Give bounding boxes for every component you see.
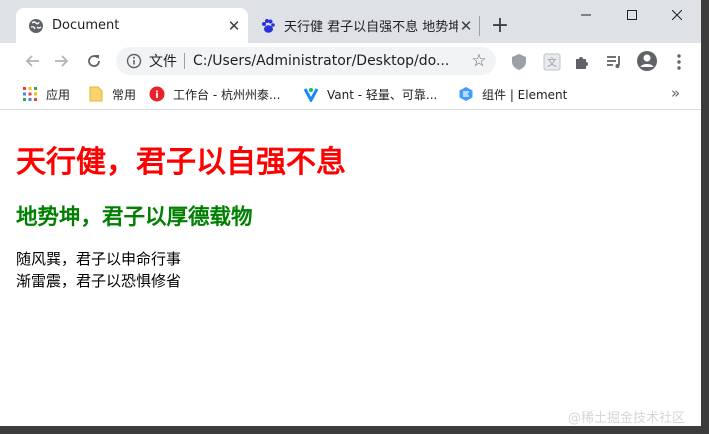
maximize-button[interactable] (608, 0, 656, 30)
close-icon[interactable]: ✕ (458, 17, 474, 35)
back-button[interactable] (19, 47, 47, 75)
bookmark-workbench[interactable]: i 工作台 - 杭州州泰... (149, 85, 280, 103)
address-bar[interactable]: 文件 C:/Users/Administrator/Desktop/do... … (116, 47, 496, 75)
bookmark-label: 工作台 - 杭州州泰... (173, 87, 281, 102)
avatar[interactable] (635, 49, 659, 73)
apps-grid-icon (22, 86, 38, 102)
text-line: 随风巽，君子以申命行事 (16, 250, 182, 268)
page-heading-1: 天行健，君子以自强不息 (16, 145, 346, 180)
bookmark-folder-common[interactable]: 常用 (88, 85, 136, 103)
tab-document[interactable]: Document ✕ (16, 8, 248, 43)
puzzle-icon[interactable] (571, 51, 593, 73)
svg-text:文: 文 (547, 56, 557, 69)
bookmark-label: 组件 | Element (482, 87, 568, 102)
close-icon[interactable]: ✕ (226, 17, 242, 35)
watermark: @稀土掘金技术社区 (568, 411, 686, 426)
bookmark-element[interactable]: 组件 | Element (458, 85, 567, 103)
tab-baidu[interactable]: 天行健 君子以自强不息 地势坤 ✕ (252, 8, 480, 43)
bookmark-label: 应用 (46, 87, 71, 102)
url-text[interactable]: C:/Users/Administrator/Desktop/do... (193, 53, 468, 69)
minimize-button[interactable] (562, 0, 610, 30)
chevron-right-icon[interactable]: » (671, 84, 680, 102)
svg-text:i: i (155, 90, 158, 101)
workbench-icon: i (149, 86, 165, 102)
tab-strip: Document ✕ 天行健 君子以自强不息 地势坤 ✕ + (0, 0, 701, 43)
reload-button[interactable] (80, 47, 108, 75)
tab-title: 天行健 君子以自强不息 地势坤 (284, 20, 458, 35)
page-heading-2: 地势坤，君子以厚德载物 (16, 205, 253, 230)
translate-extension-icon[interactable]: 文 (541, 51, 563, 73)
bookmark-vant[interactable]: Vant - 轻量、可靠... (303, 85, 437, 103)
info-icon[interactable] (125, 52, 143, 70)
close-window-button[interactable] (653, 0, 701, 30)
browser-window: Document ✕ 天行健 君子以自强不息 地势坤 ✕ + 文件 C:/Use… (0, 0, 701, 426)
forward-button[interactable] (47, 47, 75, 75)
bookmark-label: 常用 (112, 87, 137, 102)
more-menu-icon[interactable] (668, 51, 690, 73)
globe-icon (28, 18, 44, 34)
page-content: 天行健，君子以自强不息 地势坤，君子以厚德载物 随风巽，君子以申命行事 渐雷震，… (0, 111, 701, 426)
scheme-label: 文件 (149, 54, 177, 70)
folder-icon (88, 86, 104, 102)
new-tab-button[interactable]: + (488, 14, 512, 38)
vant-icon (303, 86, 319, 102)
divider (184, 53, 185, 69)
element-icon (458, 86, 474, 102)
bookmarks-bar: 应用 常用 i 工作台 - 杭州州泰... Vant - 轻量、可靠... 组件… (0, 79, 701, 110)
text-line: 渐雷震，君子以恐惧修省 (16, 272, 182, 290)
baidu-paw-icon (260, 18, 276, 34)
shield-extension-icon[interactable] (508, 51, 530, 73)
toolbar: 文件 C:/Users/Administrator/Desktop/do... … (0, 43, 701, 79)
bookmark-apps[interactable]: 应用 (22, 85, 70, 103)
star-icon[interactable]: ☆ (468, 50, 490, 72)
media-control-icon[interactable] (603, 51, 625, 73)
tab-title: Document (52, 18, 120, 33)
bookmark-label: Vant - 轻量、可靠... (327, 87, 438, 102)
